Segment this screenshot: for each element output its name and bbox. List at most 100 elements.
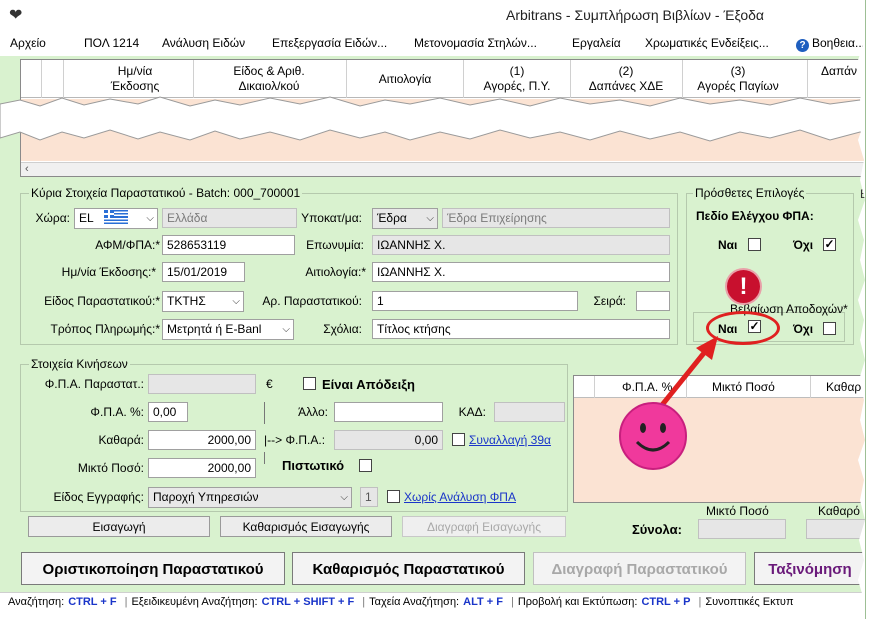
totals-label: Σύνολα: (632, 522, 682, 537)
main-data-title: Κύρια Στοιχεία Παραστατικού - Batch: 000… (29, 186, 303, 200)
chevron-down-icon: ⌵ (426, 213, 434, 224)
chevron-down-icon: ⌵ (340, 492, 348, 503)
status-advanced-search-key: CTRL + SHIFT + F (261, 596, 355, 608)
help-icon: ? (796, 39, 809, 52)
horizontal-scrollbar[interactable]: ‹ (21, 162, 865, 176)
warning-icon: ! (727, 270, 760, 303)
greek-flag-icon (103, 210, 128, 224)
no-vat-analysis-link[interactable]: Χωρίς Ανάλυση ΦΠΑ (404, 490, 516, 504)
column-header-date[interactable]: Ημ/νία Έκδοσης (81, 64, 189, 94)
reason-label: Αιτιολογία:* (305, 265, 366, 279)
finalize-document-button[interactable]: Οριστικοποίηση Παραστατικού (21, 552, 285, 585)
company-name-field: ΙΩΑΝΝΗΣ Χ. (372, 235, 670, 255)
clear-document-button[interactable]: Καθαρισμός Παραστατικού (292, 552, 525, 585)
branch-name-field: Έδρα Επιχείρησης (442, 208, 670, 228)
menu-tools[interactable]: Εργαλεία (572, 36, 621, 50)
status-quick-search-key: ALT + F (463, 596, 503, 608)
scroll-left-icon[interactable]: ‹ (25, 163, 29, 175)
movements-title: Στοιχεία Κινήσεων (29, 357, 130, 371)
sort-button[interactable]: Ταξινόμηση (754, 552, 865, 585)
extra-options-title: Πρόσθετες Επιλογές (693, 186, 807, 200)
vat-doc-label: Φ.Π.Α. Παραστατ.: (44, 377, 144, 391)
credit-label: Πιστωτικό (282, 458, 345, 473)
menu-pol1214[interactable]: ΠΟΛ 1214 (84, 36, 139, 50)
column-header-purchases[interactable]: (1) Αγορές, Π.Υ. (464, 64, 570, 94)
menu-item-edit[interactable]: Επεξεργασία Ειδών... (272, 36, 387, 50)
credit-checkbox[interactable] (359, 459, 372, 472)
separator (264, 452, 265, 464)
transaction-39a-checkbox[interactable] (452, 433, 465, 446)
smiley-face-drawing (635, 423, 671, 452)
totals-gross-header: Μικτό Ποσό (706, 504, 769, 518)
title-bar: ❤ Arbitrans - Συμπλήρωση Βιβλίων - Έξοδα (0, 0, 865, 30)
status-quick-search-label: Ταχεία Αναζήτηση: (369, 596, 460, 608)
insert-button[interactable]: Εισαγωγή (28, 516, 210, 537)
vat-yes-label: Ναι (718, 238, 738, 252)
country-select[interactable]: EL ⌵ (74, 208, 158, 229)
menu-color-indicators[interactable]: Χρωματικές Ενδείξεις... (645, 36, 769, 50)
issue-date-field[interactable]: 15/01/2019 (162, 262, 245, 282)
comments-field[interactable]: Τίτλος κτήσης (372, 319, 670, 339)
column-header-expenses[interactable]: (2) Δαπάνες ΧΔΕ (571, 64, 681, 94)
vat-doc-field (148, 374, 256, 394)
delete-document-button[interactable]: Διαγραφή Παραστατικού (533, 552, 746, 585)
totals-gross-field (698, 519, 786, 539)
status-advanced-search-label: Εξειδικευμένη Αναζήτηση: (131, 596, 258, 608)
series-label: Σειρά: (593, 294, 626, 308)
vat-arrow-label: |--> Φ.Π.Α.: (264, 433, 326, 447)
doc-number-field[interactable]: 1 (372, 291, 578, 311)
status-summary-print-label: Συνοπτικές Εκτυπ (705, 596, 794, 608)
doc-type-label: Είδος Παραστατικού:* (44, 294, 160, 308)
column-separator (594, 376, 595, 398)
page-margin (866, 0, 887, 619)
no-vat-analysis-checkbox[interactable] (387, 490, 400, 503)
menu-rename-columns[interactable]: Μετονομασία Στηλών... (414, 36, 537, 50)
status-search-key: CTRL + F (68, 596, 117, 608)
status-bar: Αναζήτηση: CTRL + F | Εξειδικευμένη Αναζήτη… (0, 592, 865, 619)
app-logo-icon: ❤ (9, 7, 23, 24)
separator (264, 402, 265, 424)
column-header-assets[interactable]: (3) Αγορές Παγίων (683, 64, 793, 94)
is-receipt-checkbox[interactable] (303, 377, 316, 390)
chevron-down-icon: ⌵ (146, 213, 154, 224)
window-title: Arbitrans - Συμπλήρωση Βιβλίων - Έξοδα (506, 7, 765, 23)
column-separator (810, 376, 811, 398)
comments-label: Σχόλια: (323, 322, 362, 336)
company-name-label: Επωνυμία: (306, 238, 364, 252)
series-field[interactable] (636, 291, 670, 311)
status-search-label: Αναζήτηση: (8, 596, 65, 608)
branch-label: Υποκατ/μα: (301, 211, 362, 225)
gross-amount-field[interactable]: 2000,00 (148, 458, 256, 478)
doc-type-select[interactable]: ΤΚΤΗΣ ⌵ (162, 291, 244, 312)
vat-yes-checkbox[interactable] (748, 238, 761, 251)
transaction-39a-link[interactable]: Συναλλαγή 39α (469, 433, 551, 447)
app-window: ❤ Arbitrans - Συμπλήρωση Βιβλίων - Έξοδα… (0, 0, 866, 619)
is-receipt-label: Είναι Απόδειξη (322, 377, 415, 392)
country-label: Χώρα: (35, 211, 70, 225)
vat-percent-field[interactable]: 0,00 (148, 402, 188, 422)
torn-right-edge-decoration (858, 0, 865, 619)
receipts-no-checkbox[interactable] (823, 322, 836, 335)
menu-bar: Αρχείο ΠΟΛ 1214 Ανάλυση Ειδών Επεξεργασί… (0, 30, 865, 56)
reason-field[interactable]: ΙΩΑΝΝΗΣ Χ. (372, 262, 670, 282)
payment-method-label: Τρόπος Πληρωμής:* (50, 322, 160, 336)
column-header-doctype[interactable]: Είδος & Αριθ. Δικαιολ/κού (196, 64, 342, 94)
entry-type-number: 1 (360, 487, 378, 507)
status-print-label: Προβολή και Εκτύπωση: (517, 596, 638, 608)
delete-insert-button[interactable]: Διαγραφή Εισαγωγής (402, 516, 566, 537)
entry-type-label: Είδος Εγγραφής: (53, 490, 144, 504)
other-field[interactable] (334, 402, 443, 422)
vat-amount-field: 0,00 (334, 430, 443, 450)
column-header-reason[interactable]: Αιτιολογία (347, 72, 463, 87)
issue-date-label: Ημ/νία Έκδοσης:* (61, 265, 156, 279)
branch-select[interactable]: Έδρα ⌵ (372, 208, 438, 229)
vat-no-checkbox[interactable]: ✓ (823, 238, 836, 251)
smiley-face-icon (619, 402, 687, 470)
torn-edge-decoration (0, 96, 865, 142)
vat-no-label: Όχι (793, 238, 814, 252)
clear-insert-button[interactable]: Καθαρισμός Εισαγωγής (220, 516, 392, 537)
entry-type-select[interactable]: Παροχή Υπηρεσιών ⌵ (148, 487, 352, 508)
menu-item-analysis[interactable]: Ανάλυση Ειδών (162, 36, 245, 50)
menu-file[interactable]: Αρχείο (10, 36, 46, 50)
net-amount-field[interactable]: 2000,00 (148, 430, 256, 450)
